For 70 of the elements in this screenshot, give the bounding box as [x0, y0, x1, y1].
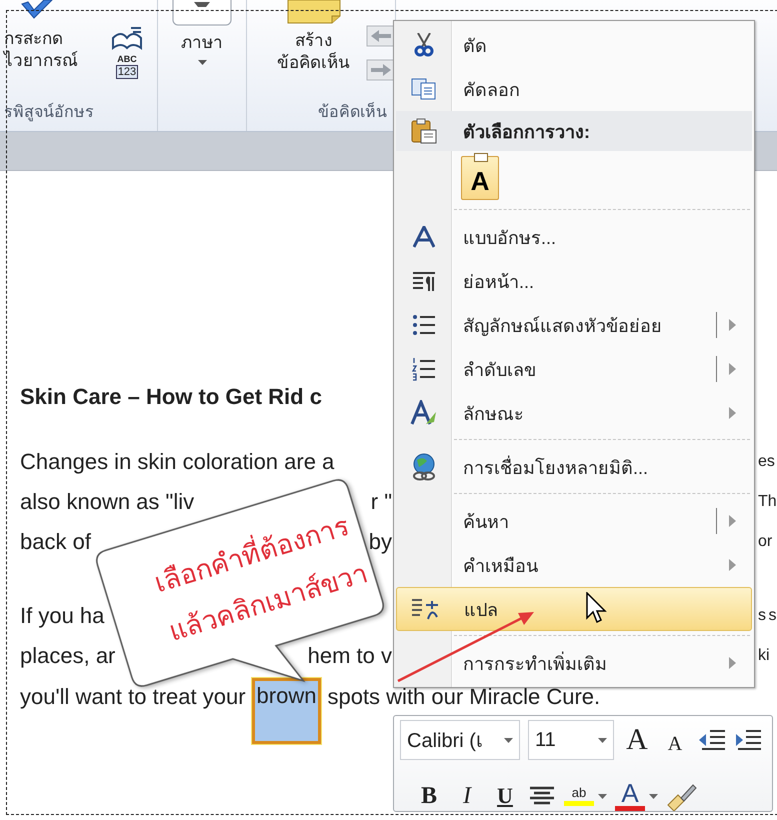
body-text: back of	[20, 528, 91, 556]
underline-button[interactable]: U	[490, 776, 520, 816]
scissors-icon	[414, 33, 434, 57]
dropdown-arrow-icon	[198, 60, 206, 65]
document-heading: Skin Care – How to Get Rid c	[20, 383, 323, 411]
dropdown-arrow-icon	[649, 794, 658, 798]
menu-item[interactable]: ลำดับเลข	[396, 347, 752, 391]
language-button[interactable]: ภาษา	[172, 0, 232, 65]
ribbon-button[interactable]: กรสะกด ไวยากรณ์	[0, 0, 78, 72]
translate-icon	[410, 597, 438, 621]
decrease-indent-icon[interactable]	[698, 728, 726, 752]
menu-item[interactable]: แปล	[396, 587, 752, 631]
italic-button[interactable]: I	[452, 776, 482, 816]
menu-item[interactable]: ลักษณะ	[396, 391, 752, 435]
grow-font-button[interactable]: A	[622, 720, 652, 760]
number-label: 123	[116, 65, 138, 79]
globe-link-icon	[410, 453, 436, 481]
menu-item[interactable]: ย่อหน้า...	[396, 259, 752, 303]
font-color-button[interactable]: A	[615, 776, 658, 816]
dropdown-arrow-icon	[504, 738, 513, 742]
abc-label: ABC	[117, 54, 137, 65]
shrink-font-button[interactable]: A	[660, 720, 690, 760]
paragraph-icon	[412, 270, 436, 292]
body-text: by	[368, 528, 392, 556]
body-text: r "	[370, 488, 392, 516]
styles-icon	[410, 400, 438, 426]
font-size-box[interactable]: 11	[528, 720, 614, 760]
center-align-icon[interactable]	[528, 785, 556, 807]
sticky-note-icon	[286, 0, 340, 24]
selected-word: brown	[252, 678, 322, 744]
menu-item[interactable]: คำเหมือน	[396, 543, 752, 587]
menu-item[interactable]: การเชื่อมโยงหลายมิติ...	[396, 445, 752, 489]
paste-option-button[interactable]: A	[461, 156, 499, 200]
bold-button[interactable]: B	[414, 776, 444, 816]
body-text: es	[758, 453, 775, 470]
left-arrow-icon[interactable]	[365, 24, 395, 48]
paste-options-header: ตัวเลือกการวาง:	[396, 111, 752, 151]
body-text: or	[758, 533, 772, 550]
dropdown-arrow-icon	[598, 794, 607, 798]
numbered-list-icon	[412, 357, 436, 381]
menu-item[interactable]: แบบอักษร...	[396, 215, 752, 259]
body-text: s s	[758, 607, 776, 624]
body-text: you'll want to treat your	[20, 684, 246, 710]
clipboard-icon	[410, 118, 436, 144]
increase-indent-icon[interactable]	[734, 728, 762, 752]
body-text: Changes in skin coloration are a	[20, 448, 334, 476]
copy-icon	[410, 78, 436, 100]
menu-item[interactable]: ตัด	[396, 23, 752, 67]
ribbon-button[interactable]: สร้าง ข้อคิดเห็น	[277, 0, 350, 74]
book-icon	[111, 26, 143, 52]
mouse-pointer-icon	[586, 592, 608, 624]
menu-item[interactable]: ค้นหา	[396, 499, 752, 543]
body-text: ki	[758, 647, 770, 664]
body-text: Th	[758, 493, 777, 510]
body-text: places, ar	[20, 642, 116, 670]
right-arrow-icon[interactable]	[365, 58, 395, 82]
highlight-button[interactable]: ab	[564, 776, 607, 816]
font-icon	[412, 226, 434, 248]
group-label: รพิสูจน์อักษร	[4, 104, 94, 121]
group-label: ข้อคิดเห็น	[318, 104, 387, 121]
body-text: spots with our Miracle Cure.	[327, 684, 600, 710]
bullet-list-icon	[412, 314, 436, 336]
body-text: If you ha	[20, 602, 104, 630]
body-text: also known as "liv	[20, 488, 194, 516]
dropdown-arrow-icon	[598, 738, 607, 742]
menu-item[interactable]: สัญลักษณ์แสดงหัวข้อย่อย	[396, 303, 752, 347]
font-name-box[interactable]: Calibri (เ	[400, 720, 520, 760]
menu-item[interactable]: คัดลอก	[396, 67, 752, 111]
body-text: hem to v	[308, 642, 392, 670]
menu-item[interactable]: การกระทำเพิ่มเติม	[396, 641, 752, 685]
